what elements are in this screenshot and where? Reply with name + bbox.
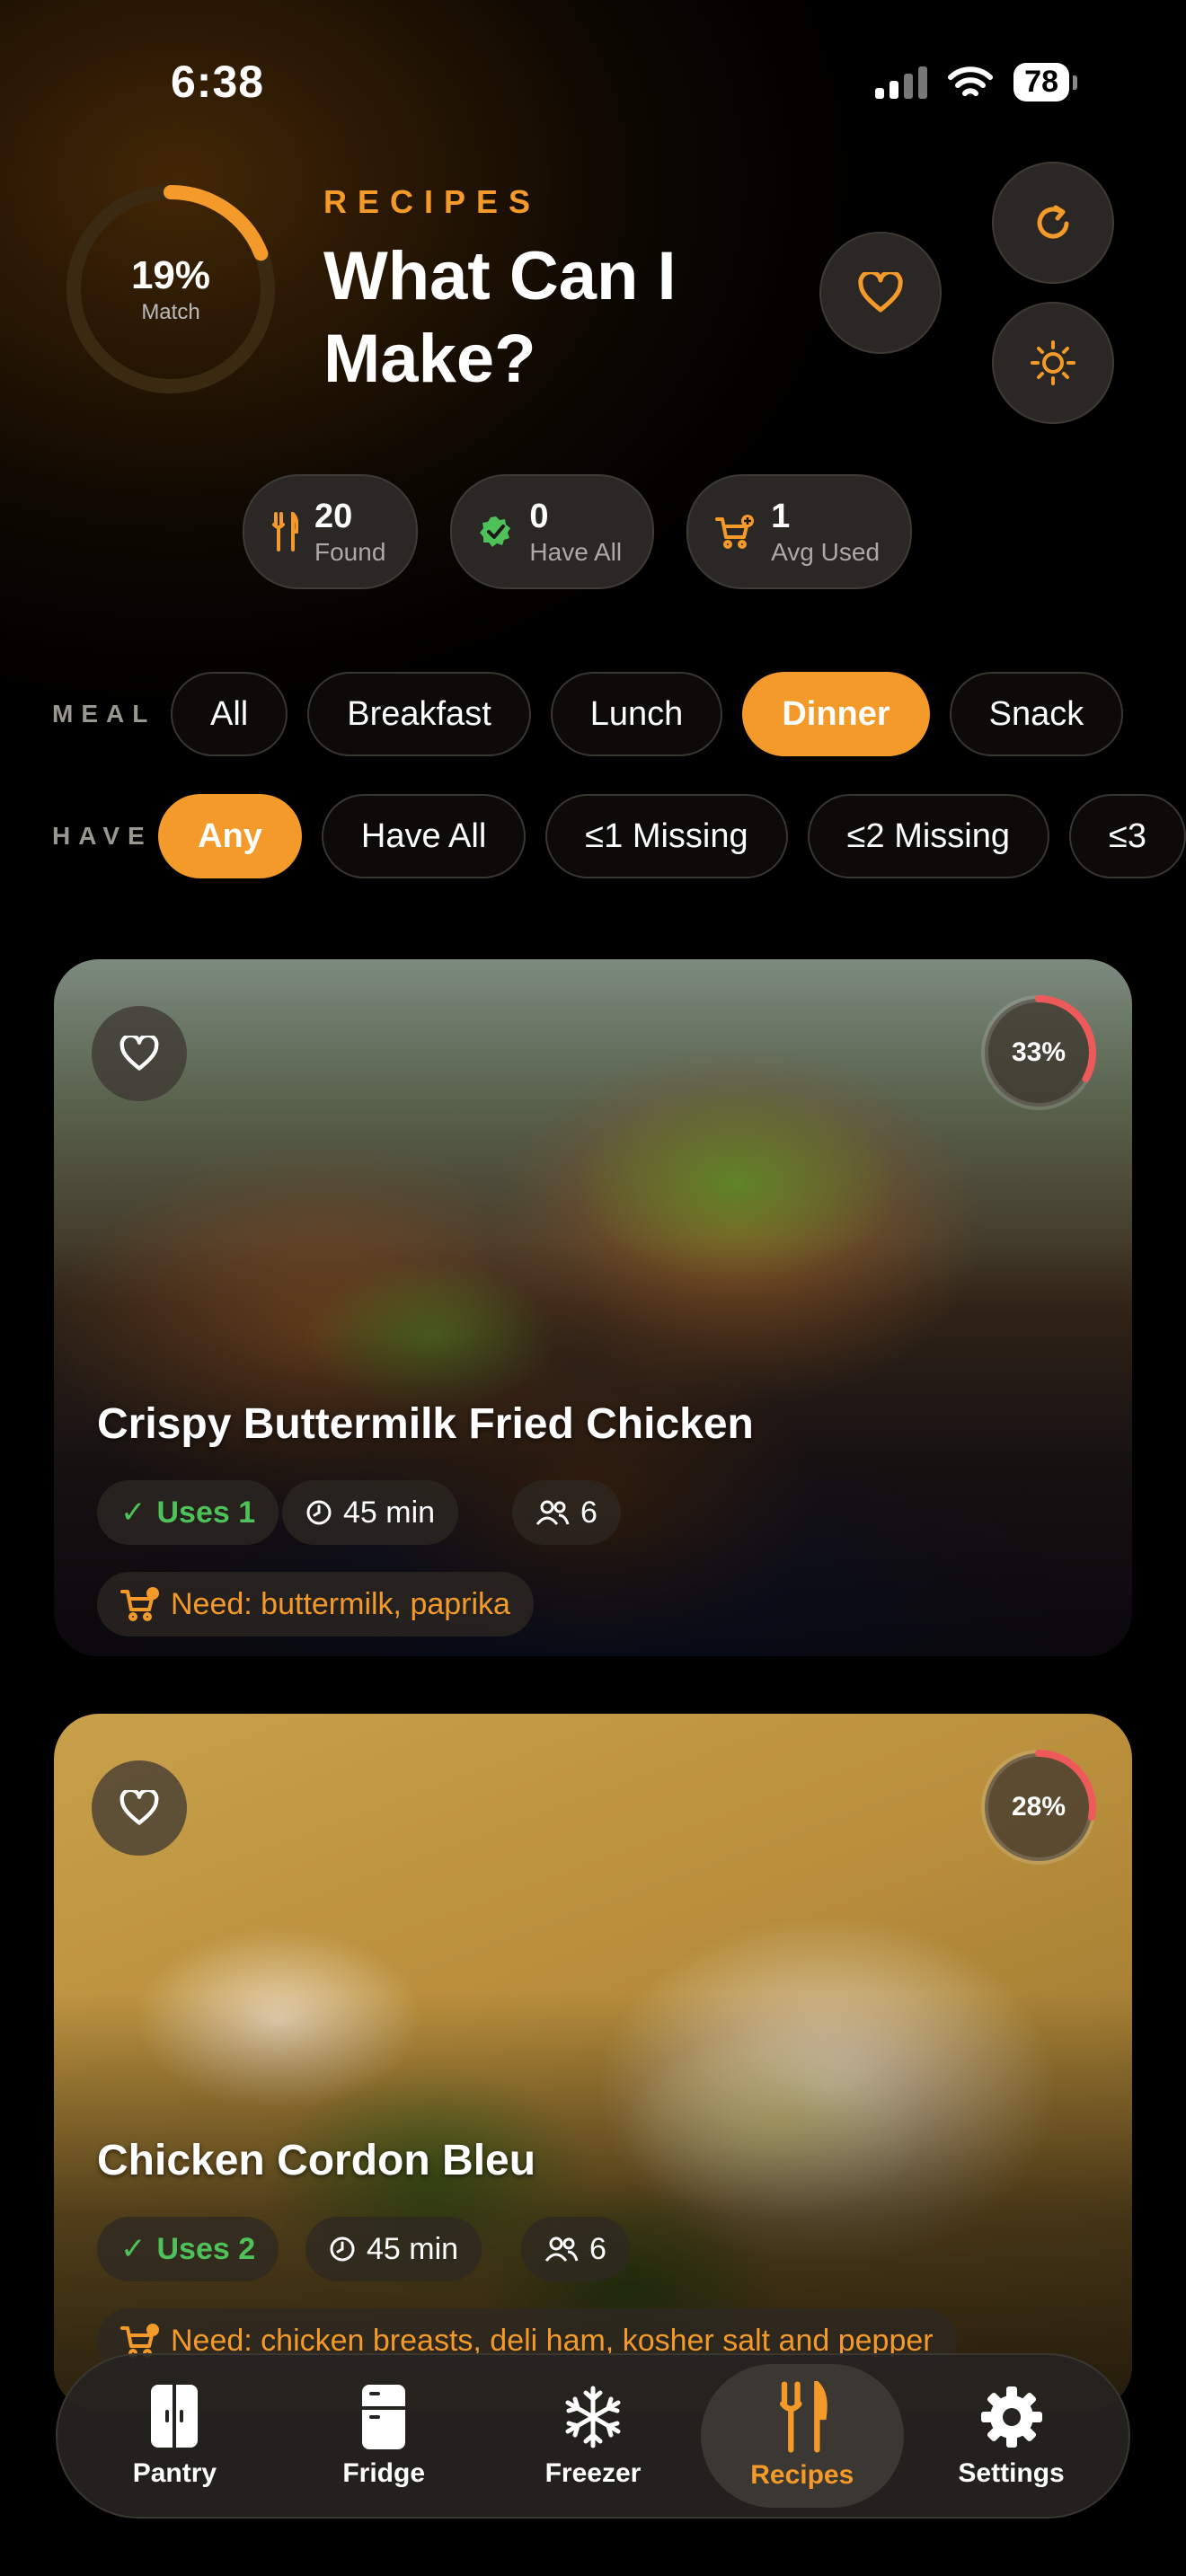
stat-found-label: Found bbox=[314, 537, 386, 566]
status-icons: 78 bbox=[875, 63, 1077, 101]
meal-filter-row: MEAL All Breakfast Lunch Dinner Snack bbox=[0, 670, 1186, 758]
people-icon bbox=[544, 2236, 579, 2262]
match-percent: 19% bbox=[130, 253, 211, 297]
uses-badge: ✓ Uses 2 bbox=[97, 2217, 279, 2281]
check-icon: ✓ bbox=[120, 1495, 146, 1530]
tab-recipes-label: Recipes bbox=[750, 2460, 854, 2490]
sparkle-gear-icon bbox=[1031, 340, 1075, 385]
pantry-cabinet-icon bbox=[151, 2385, 199, 2448]
cellular-signal-icon bbox=[875, 66, 928, 99]
meal-chip-all[interactable]: All bbox=[171, 672, 288, 756]
card-gradient-overlay bbox=[54, 959, 1132, 1656]
recipe-match-percent: 28% bbox=[1011, 1792, 1067, 1822]
tab-settings[interactable]: Settings bbox=[910, 2364, 1113, 2508]
meal-chip-dinner[interactable]: Dinner bbox=[742, 672, 930, 756]
refresh-button[interactable] bbox=[992, 162, 1114, 284]
card-gradient-overlay bbox=[54, 1714, 1132, 2411]
time-badge: 45 min bbox=[282, 1480, 459, 1545]
servings-badge: 6 bbox=[521, 2217, 630, 2281]
servings-count: 6 bbox=[580, 1495, 597, 1530]
stats-row: 20 Found 0 Have All 1 Avg Used bbox=[243, 474, 913, 589]
stat-found-value: 20 bbox=[314, 497, 353, 535]
status-time: 6:38 bbox=[171, 57, 265, 107]
bottom-tab-bar: Pantry Fridge Freezer Recipes Settings bbox=[56, 2353, 1130, 2519]
cart-plus-icon bbox=[120, 1587, 159, 1621]
clock-icon bbox=[306, 1500, 332, 1525]
favorite-button[interactable] bbox=[92, 1760, 187, 1856]
cook-time: 45 min bbox=[343, 1495, 436, 1530]
tab-recipes[interactable]: Recipes bbox=[700, 2364, 904, 2508]
stat-avg-used-value: 1 bbox=[771, 497, 791, 535]
meal-chip-breakfast[interactable]: Breakfast bbox=[307, 672, 531, 756]
tab-freezer[interactable]: Freezer bbox=[491, 2364, 695, 2508]
uses-count: Uses 1 bbox=[156, 1495, 256, 1530]
cart-plus-icon bbox=[715, 515, 755, 549]
heart-outline-icon bbox=[119, 1036, 159, 1071]
recipe-title: Crispy Buttermilk Fried Chicken bbox=[97, 1400, 754, 1448]
missing-ingredients: Need: buttermilk, paprika bbox=[97, 1572, 534, 1636]
recipe-match-percent: 33% bbox=[1011, 1037, 1067, 1067]
tab-settings-label: Settings bbox=[958, 2458, 1065, 2488]
stat-avg-used: 1 Avg Used bbox=[686, 474, 913, 589]
match-summary: 19% Match bbox=[63, 253, 279, 325]
have-chip-have-all[interactable]: Have All bbox=[321, 794, 527, 878]
ai-suggest-button[interactable] bbox=[992, 302, 1114, 424]
stat-avg-used-label: Avg Used bbox=[771, 537, 881, 566]
servings-badge: 6 bbox=[512, 1480, 621, 1545]
servings-count: 6 bbox=[589, 2231, 606, 2266]
wifi-icon bbox=[948, 66, 994, 96]
uses-badge: ✓ Uses 1 bbox=[97, 1480, 279, 1545]
meal-chip-snack[interactable]: Snack bbox=[949, 672, 1124, 756]
verified-check-icon bbox=[480, 516, 511, 547]
uses-count: Uses 2 bbox=[156, 2231, 256, 2266]
stat-have-all: 0 Have All bbox=[450, 474, 655, 589]
recipe-card[interactable]: 28% Chicken Cordon Bleu ✓ Uses 2 45 min … bbox=[54, 1714, 1132, 2411]
have-filter-chips: Any Have All ≤1 Missing ≤2 Missing ≤3 bbox=[158, 794, 1186, 878]
clock-icon bbox=[330, 2236, 355, 2262]
missing-ingredients-text: Need: buttermilk, paprika bbox=[171, 1586, 510, 1621]
stat-found: 20 Found bbox=[243, 474, 419, 589]
have-chip-any[interactable]: Any bbox=[158, 794, 302, 878]
heart-icon bbox=[858, 272, 903, 313]
meal-filter-chips: All Breakfast Lunch Dinner Snack bbox=[171, 672, 1124, 756]
have-filter-row: HAVE Any Have All ≤1 Missing ≤2 Missing … bbox=[0, 792, 1186, 880]
tab-pantry-label: Pantry bbox=[132, 2458, 217, 2488]
heart-outline-icon bbox=[119, 1790, 159, 1825]
tab-fridge-label: Fridge bbox=[342, 2458, 426, 2488]
fork-knife-icon bbox=[272, 512, 298, 551]
fork-knife-icon bbox=[779, 2381, 828, 2453]
stat-have-all-label: Have All bbox=[529, 537, 623, 566]
cook-time: 45 min bbox=[367, 2231, 459, 2266]
snowflake-icon bbox=[565, 2386, 621, 2448]
meal-filter-label: MEAL bbox=[52, 700, 156, 728]
people-icon bbox=[535, 1500, 570, 1525]
tab-fridge[interactable]: Fridge bbox=[282, 2364, 485, 2508]
battery-indicator: 78 bbox=[1013, 63, 1077, 101]
favorite-button[interactable] bbox=[92, 1006, 187, 1101]
check-icon: ✓ bbox=[120, 2232, 146, 2266]
have-chip-3-missing[interactable]: ≤3 bbox=[1069, 794, 1186, 878]
favorites-button[interactable] bbox=[819, 232, 942, 354]
have-chip-1-missing[interactable]: ≤1 Missing bbox=[545, 794, 788, 878]
recipe-card[interactable]: 33% Crispy Buttermilk Fried Chicken ✓ Us… bbox=[54, 959, 1132, 1656]
section-eyebrow: RECIPES bbox=[323, 183, 542, 220]
stat-have-all-value: 0 bbox=[529, 497, 549, 535]
meal-chip-lunch[interactable]: Lunch bbox=[550, 672, 723, 756]
have-filter-label: HAVE bbox=[52, 822, 153, 850]
have-chip-2-missing[interactable]: ≤2 Missing bbox=[807, 794, 1049, 878]
recipe-title: Chicken Cordon Bleu bbox=[97, 2137, 536, 2184]
match-label: Match bbox=[141, 300, 200, 324]
gear-icon bbox=[980, 2386, 1042, 2448]
fridge-icon bbox=[362, 2385, 406, 2449]
tab-freezer-label: Freezer bbox=[544, 2458, 642, 2488]
time-badge: 45 min bbox=[305, 2217, 482, 2281]
page-title: What Can I Make? bbox=[323, 238, 677, 397]
tab-pantry[interactable]: Pantry bbox=[73, 2364, 276, 2508]
refresh-icon bbox=[1037, 205, 1069, 239]
